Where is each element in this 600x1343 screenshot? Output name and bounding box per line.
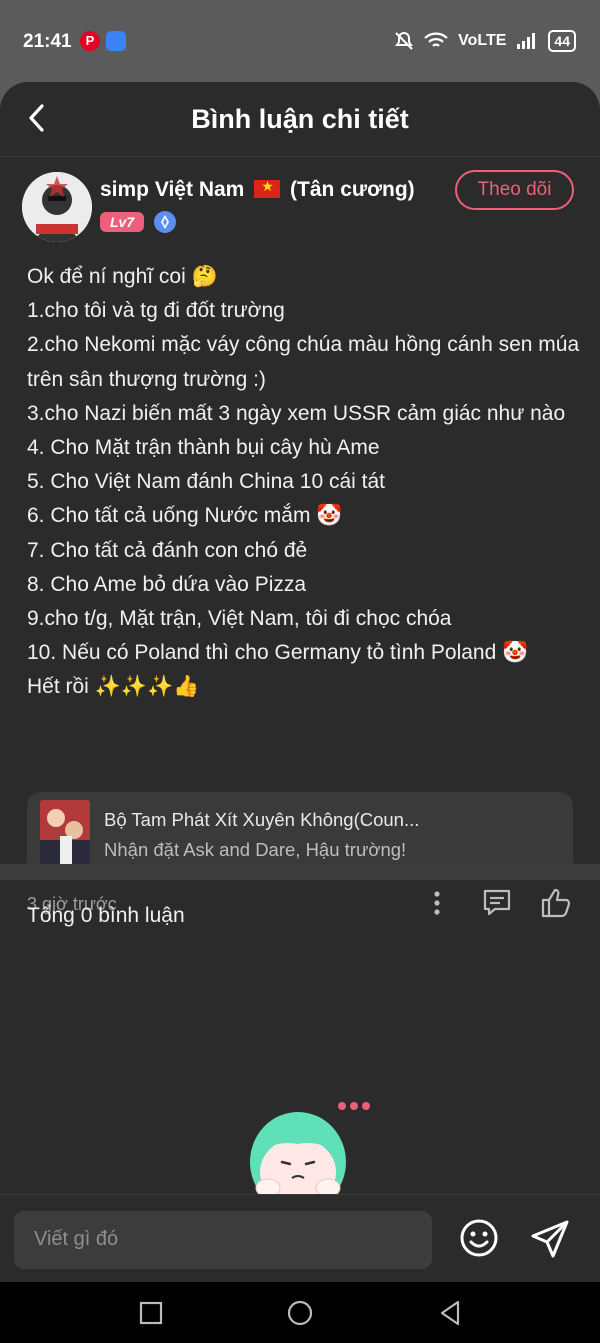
signal-icon xyxy=(517,33,536,49)
like-icon[interactable] xyxy=(539,886,573,920)
comment-input-placeholder: Viết gì đó xyxy=(34,1228,119,1250)
status-indicators: VoLTE 44 xyxy=(394,30,576,52)
empty-state-mascot-icon xyxy=(250,1102,370,1195)
comment-line: 8. Cho Ame bỏ dứa vào Pizza xyxy=(27,572,307,596)
novel-subtitle: Nhận đặt Ask and Dare, Hậu trường! xyxy=(104,839,407,860)
avatar-image xyxy=(22,172,92,242)
comment-line: Hết rồi ✨✨✨👍 xyxy=(27,675,200,699)
network-type: VoLTE xyxy=(458,32,507,49)
pinterest-icon: P xyxy=(80,31,100,51)
comment-line: 5. Cho Việt Nam đánh China 10 cái tát xyxy=(27,470,385,494)
level-badge: Lv7 xyxy=(100,212,145,232)
vietnam-flag-icon xyxy=(254,178,281,198)
reply-comment-icon[interactable] xyxy=(480,886,514,920)
back-nav-icon[interactable] xyxy=(436,1299,464,1327)
bell-off-icon xyxy=(395,31,413,50)
system-nav-bar xyxy=(0,1282,600,1343)
comment-composer: Viết gì đó xyxy=(0,1194,600,1282)
recent-apps-icon[interactable] xyxy=(137,1299,165,1327)
app-notification-icon xyxy=(106,31,126,51)
status-time: 21:41 xyxy=(23,31,72,52)
more-options-icon[interactable] xyxy=(420,886,454,920)
home-icon[interactable] xyxy=(286,1299,314,1327)
total-comments-label: Tổng 0 bình luận xyxy=(27,904,185,927)
wifi-icon xyxy=(424,32,448,47)
follow-button[interactable]: Theo dõi xyxy=(455,170,574,210)
comment-line: 3.cho Nazi biến mất 3 ngày xem USSR cảm … xyxy=(27,401,566,425)
comment-line: 6. Cho tất cả uống Nước mắm 🤡 xyxy=(27,504,343,528)
username-text: simp Việt Nam xyxy=(100,178,245,201)
battery-indicator: 44 xyxy=(548,30,576,52)
username-suffix: (Tân cương) xyxy=(290,178,415,201)
comment-body: Ok để ní nghĩ coi 🤔 1.cho tôi và tg đi đ… xyxy=(27,260,582,705)
send-icon[interactable] xyxy=(529,1218,571,1260)
comment-line: Ok để ní nghĩ coi 🤔 xyxy=(27,265,218,288)
verified-badge-icon xyxy=(154,211,176,233)
section-divider xyxy=(0,864,600,880)
comment-input[interactable]: Viết gì đó xyxy=(14,1211,432,1269)
username[interactable]: simp Việt Nam (Tân cương) xyxy=(100,178,415,202)
page-title: Bình luận chi tiết xyxy=(191,104,409,134)
status-bar: 21:41 P VoLTE 44 xyxy=(0,0,600,82)
novel-title: Bộ Tam Phát Xít Xuyên Không(Coun... xyxy=(104,809,420,830)
comment-line: 7. Cho tất cả đánh con chó đẻ xyxy=(27,538,308,562)
avatar[interactable] xyxy=(22,172,92,242)
comment-line: 9.cho t/g, Mặt trận, Việt Nam, tôi đi ch… xyxy=(27,607,452,631)
comment-detail-sheet: Bình luận chi tiết simp Việt Nam (Tân cư… xyxy=(0,82,600,1282)
comment-line: 4. Cho Mặt trận thành bụi cây hù Ame xyxy=(27,436,380,460)
comment-line: 1.cho tôi và tg đi đốt trường xyxy=(27,299,285,323)
page-header: Bình luận chi tiết xyxy=(0,82,600,157)
emoji-icon[interactable] xyxy=(459,1218,499,1258)
comment-line: 2.cho Nekomi mặc váy công chúa màu hồng … xyxy=(27,333,580,391)
comment-line: 10. Nếu có Poland thì cho Germany tỏ tìn… xyxy=(27,641,529,665)
novel-cover-image xyxy=(40,800,90,866)
